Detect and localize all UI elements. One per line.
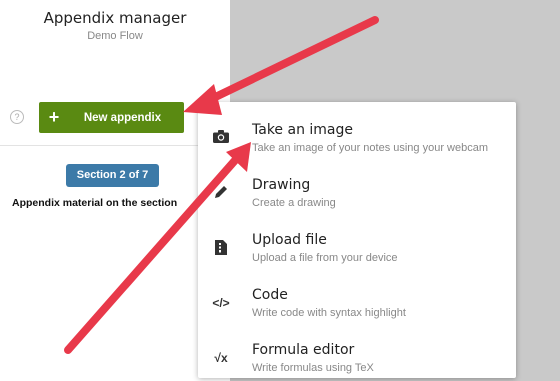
menu-item-label: Take an image <box>252 122 353 138</box>
menu-item-formula-editor[interactable]: √x Formula editor Write formulas using T… <box>198 330 516 378</box>
section-badge[interactable]: Section 2 of 7 <box>66 164 159 187</box>
menu-item-description: Write code with syntax highlight <box>252 307 406 319</box>
pencil-icon <box>210 185 232 201</box>
camera-icon <box>210 130 232 146</box>
sqrt-icon: √x <box>214 351 228 365</box>
new-appendix-menu: Take an image Take an image of your note… <box>198 102 516 378</box>
new-appendix-button[interactable]: + New appendix <box>39 102 184 133</box>
menu-item-description: Write formulas using TeX <box>252 362 374 374</box>
appendix-panel: Appendix manager Demo Flow ? + New appen… <box>0 0 230 381</box>
divider <box>0 145 230 146</box>
plus-icon: + <box>48 107 60 127</box>
new-appendix-label: New appendix <box>83 111 162 124</box>
file-icon <box>210 240 232 256</box>
menu-item-description: Upload a file from your device <box>252 252 398 264</box>
panel-title: Appendix manager <box>43 9 187 27</box>
menu-item-label: Upload file <box>252 232 327 248</box>
menu-item-label: Code <box>252 287 288 303</box>
menu-item-upload-file[interactable]: Upload file Upload a file from your devi… <box>198 220 516 268</box>
menu-item-label: Formula editor <box>252 342 355 358</box>
menu-item-code[interactable]: </> Code Write code with syntax highligh… <box>198 275 516 323</box>
help-icon[interactable]: ? <box>10 110 24 124</box>
appendix-material-heading: Appendix material on the section <box>12 197 178 209</box>
menu-item-label: Drawing <box>252 177 311 193</box>
menu-item-take-image[interactable]: Take an image Take an image of your note… <box>198 110 516 158</box>
code-icon: </> <box>212 296 230 310</box>
menu-item-drawing[interactable]: Drawing Create a drawing <box>198 165 516 213</box>
menu-item-description: Create a drawing <box>252 197 336 209</box>
panel-subtitle: Demo Flow <box>87 30 143 42</box>
menu-item-description: Take an image of your notes using your w… <box>252 142 489 154</box>
